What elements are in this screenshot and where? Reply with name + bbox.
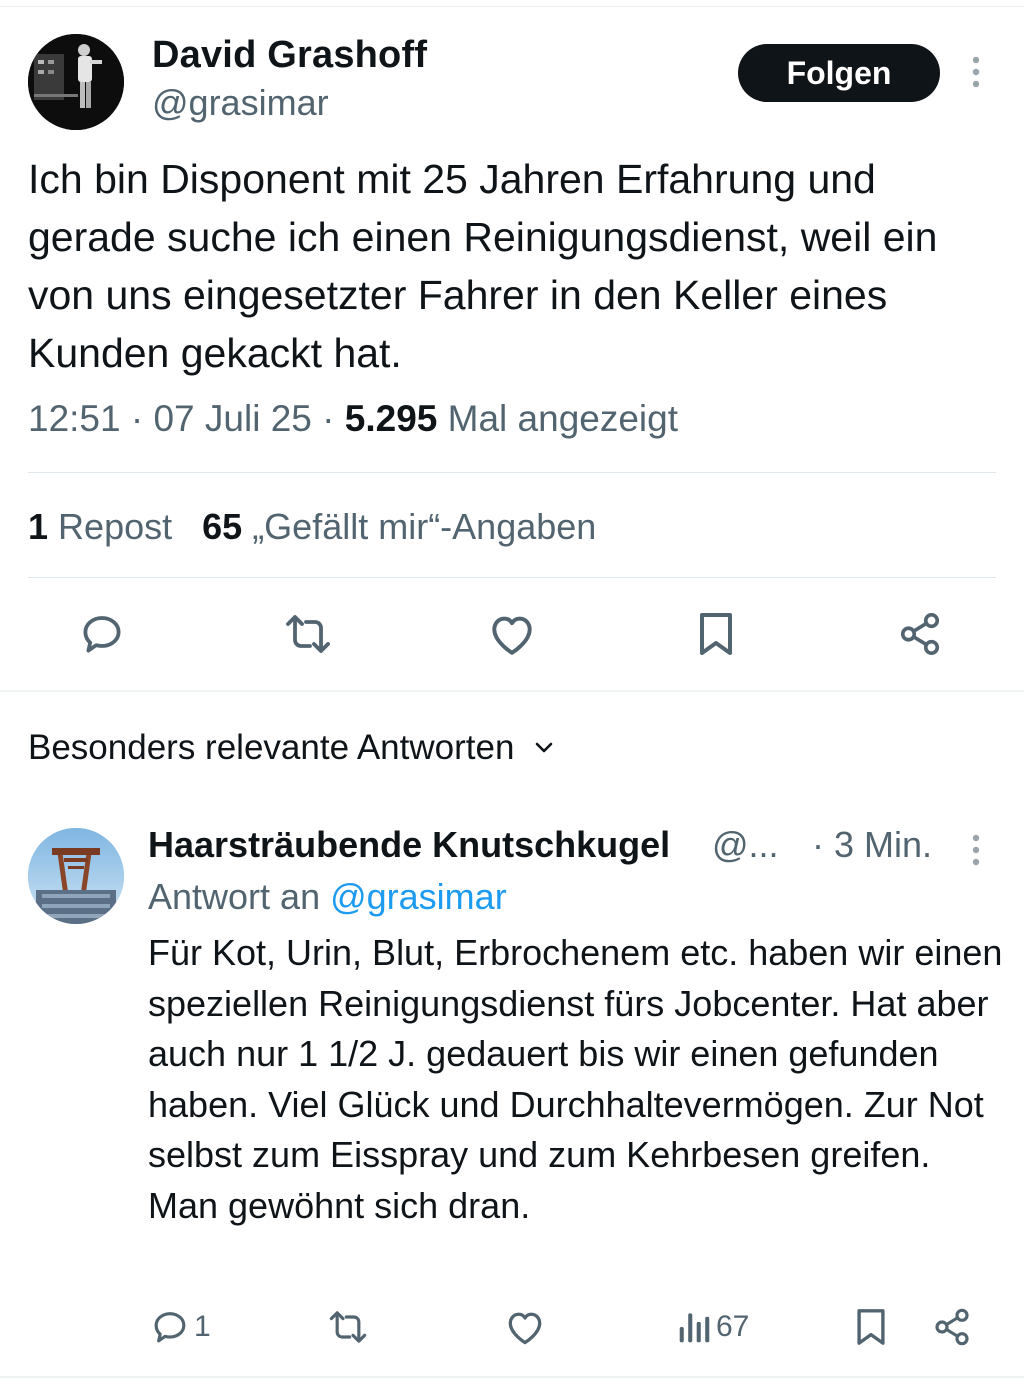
like-label: „Gefällt mir“-Angaben (252, 506, 597, 547)
repost-count: 1 (28, 506, 49, 547)
reply-icon (150, 1307, 190, 1347)
reply-header: Haarsträubende Knutschkugel @... · 3 Min… (148, 824, 948, 870)
like-stat[interactable]: 65 „Gefällt mir“-Angaben (202, 506, 596, 547)
meta-separator: · (130, 398, 154, 439)
chevron-down-icon (532, 740, 556, 756)
tweet-action-bar (0, 606, 1024, 668)
replies-sort-label: Besonders relevante Antworten (28, 728, 515, 767)
tweet-date[interactable]: 07 Juli 25 (153, 398, 311, 439)
reply-to-mention[interactable]: @grasimar (330, 876, 507, 917)
bookmark-icon[interactable] (854, 1302, 888, 1352)
author-avatar[interactable] (28, 34, 124, 130)
analytics-icon (678, 1310, 712, 1344)
reply-views-count: 67 (716, 1310, 750, 1343)
meta-separator: · (322, 398, 345, 439)
author-name[interactable]: David Grashoff (152, 34, 427, 77)
tweet-time[interactable]: 12:51 (28, 398, 121, 439)
reply-reply-button[interactable]: 1 (150, 1302, 211, 1352)
repost-icon[interactable] (326, 1302, 370, 1352)
share-icon[interactable] (932, 1302, 972, 1352)
more-options-icon[interactable] (960, 830, 992, 870)
reply-timestamp[interactable]: · 3 Min. (812, 824, 932, 866)
author-handle[interactable]: @grasimar (152, 82, 329, 124)
follow-button[interactable]: Folgen (738, 44, 940, 102)
divider (28, 472, 996, 473)
reply-action-bar: 1 67 (0, 1302, 1024, 1352)
tweet-text: Ich bin Disponent mit 25 Jahren Erfahrun… (28, 156, 938, 376)
divider (28, 577, 996, 578)
reply-to-line: Antwort an @grasimar (148, 876, 507, 918)
views-count: 5.295 (344, 398, 438, 439)
repost-icon[interactable] (280, 606, 336, 662)
like-count: 65 (202, 506, 243, 547)
reply-author-handle[interactable]: @... (712, 824, 779, 866)
like-icon[interactable] (504, 1302, 546, 1352)
tweet-meta: 12:51 · 07 Juli 25 · 5.295 Mal angezeigt (28, 398, 678, 440)
engagement-stats: 1 Repost 65 „Gefällt mir“-Angaben (28, 506, 596, 548)
bookmark-icon[interactable] (688, 606, 744, 662)
more-options-icon[interactable] (960, 52, 992, 92)
repost-stat[interactable]: 1 Repost (28, 506, 172, 547)
reply-author-avatar[interactable] (28, 828, 124, 924)
reply-count: 1 (194, 1310, 211, 1343)
views-button[interactable]: 67 (678, 1302, 749, 1352)
section-divider (0, 690, 1024, 692)
reply-to-prefix: Antwort an (148, 876, 321, 917)
reply-author-name[interactable]: Haarsträubende Knutschkugel (148, 824, 670, 866)
replies-sort-dropdown[interactable]: Besonders relevante Antworten (28, 728, 556, 768)
share-icon[interactable] (892, 606, 948, 662)
like-icon[interactable] (484, 606, 540, 662)
reply-text: Für Kot, Urin, Blut, Erbrochenem etc. ha… (148, 932, 1003, 1226)
reply-icon[interactable] (74, 606, 130, 662)
top-divider (0, 6, 1024, 7)
repost-label: Repost (58, 506, 173, 547)
views-label: Mal angezeigt (447, 398, 679, 439)
bottom-divider (0, 1376, 1024, 1378)
